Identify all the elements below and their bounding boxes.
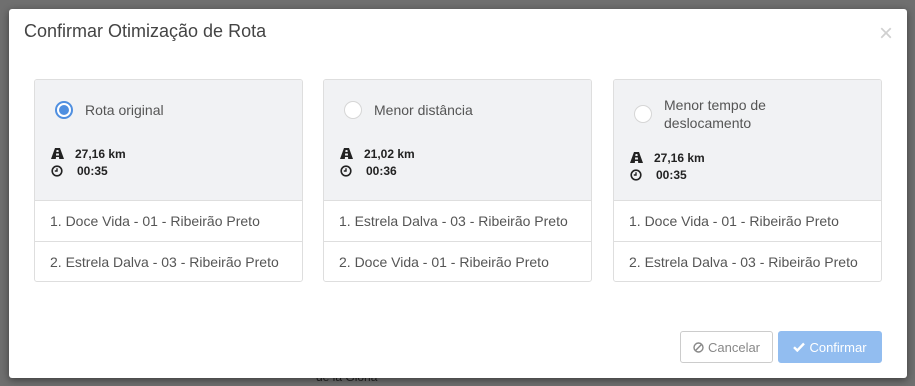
option-header: Rota original 27,16 km 00:35 — [35, 80, 302, 201]
route-option-shortest[interactable]: Menor distância 21,02 km 00:36 1. Estrel… — [323, 79, 592, 282]
list-item: 1. Doce Vida - 01 - Ribeirão Preto — [614, 201, 881, 242]
list-item: 2. Estrela Dalva - 03 - Ribeirão Preto — [50, 254, 279, 270]
close-icon[interactable]: × — [879, 22, 893, 46]
time-value: 00:35 — [656, 168, 687, 182]
confirm-button[interactable]: Confirmar — [778, 331, 882, 363]
list-item: 2. Doce Vida - 01 - Ribeirão Preto — [339, 254, 549, 270]
road-icon — [340, 148, 353, 159]
road-icon — [630, 152, 643, 163]
check-icon — [793, 342, 806, 352]
option-label: Menor tempo de deslocamento — [664, 96, 766, 132]
road-icon — [51, 148, 64, 159]
clock-icon — [340, 165, 352, 177]
time-value: 00:36 — [366, 164, 397, 178]
distance-value: 21,02 km — [364, 147, 415, 161]
cancel-button[interactable]: Cancelar — [680, 331, 773, 363]
route-optimization-dialog: Confirmar Otimização de Rota × Rota orig… — [9, 9, 907, 378]
radio-shortest[interactable] — [344, 101, 362, 119]
option-header: Menor distância 21,02 km 00:36 — [324, 80, 591, 201]
list-item: 2. Estrela Dalva - 03 - Ribeirão Preto — [629, 254, 858, 270]
cancel-label: Cancelar — [707, 339, 761, 355]
ban-icon — [693, 341, 704, 353]
clock-icon — [51, 165, 63, 177]
list-item: 1. Doce Vida - 01 - Ribeirão Preto — [35, 201, 302, 242]
confirm-label: Confirmar — [809, 339, 867, 355]
route-option-fastest[interactable]: Menor tempo de deslocamento 27,16 km 00:… — [613, 79, 882, 282]
option-label: Rota original — [85, 102, 164, 118]
radio-original[interactable] — [55, 101, 73, 119]
time-value: 00:35 — [77, 164, 108, 178]
route-option-original[interactable]: Rota original 27,16 km 00:35 1. Doce Vid… — [34, 79, 303, 282]
option-header: Menor tempo de deslocamento 27,16 km 00:… — [614, 80, 881, 201]
clock-icon — [630, 169, 642, 181]
option-label-line1: Menor tempo de — [664, 97, 766, 113]
distance-value: 27,16 km — [75, 147, 126, 161]
list-item: 1. Estrela Dalva - 03 - Ribeirão Preto — [324, 201, 591, 242]
dialog-title: Confirmar Otimização de Rota — [24, 21, 267, 41]
option-label: Menor distância — [374, 102, 473, 118]
option-label-line2: deslocamento — [664, 115, 752, 131]
radio-fastest[interactable] — [634, 105, 652, 123]
distance-value: 27,16 km — [654, 151, 705, 165]
